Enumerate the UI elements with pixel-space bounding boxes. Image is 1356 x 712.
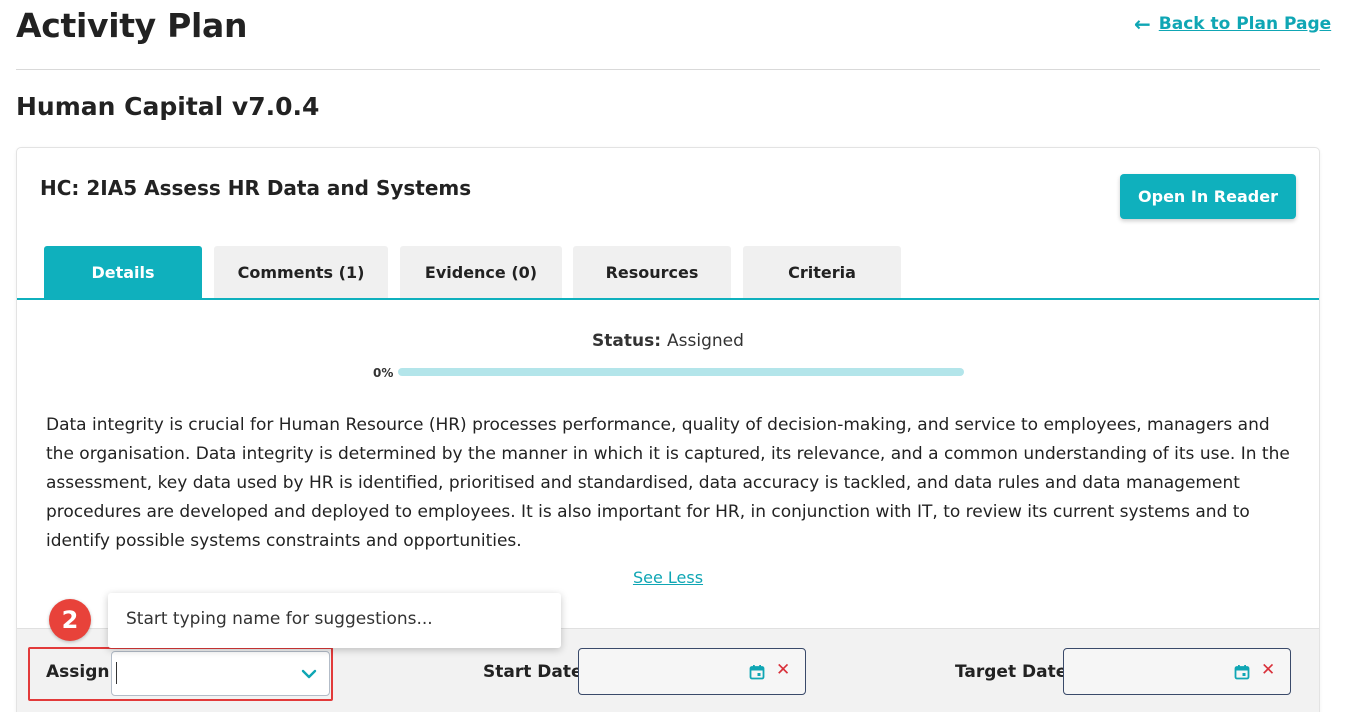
plan-name: Human Capital v7.0.4: [16, 92, 320, 121]
activity-title: HC: 2IA5 Assess HR Data and Systems: [40, 176, 472, 200]
start-date-field[interactable]: ✕: [578, 648, 806, 695]
step-number-badge: 2: [49, 599, 91, 641]
target-date-label: Target Date: [955, 662, 1068, 682]
tab-bar: Details Comments (1) Evidence (0) Resour…: [17, 246, 1319, 300]
calendar-icon[interactable]: [1234, 664, 1250, 680]
arrow-left-icon: ←: [1134, 12, 1151, 36]
clear-start-date-icon[interactable]: ✕: [776, 662, 790, 679]
activity-description: Data integrity is crucial for Human Reso…: [46, 415, 1290, 551]
assign-label: Assign: [46, 662, 110, 682]
clear-target-date-icon[interactable]: ✕: [1261, 662, 1275, 679]
calendar-icon[interactable]: [749, 664, 765, 680]
tab-details[interactable]: Details: [44, 246, 202, 298]
progress-percent: 0%: [373, 366, 394, 380]
see-less-link[interactable]: See Less: [633, 568, 703, 587]
assign-dropdown[interactable]: [111, 651, 330, 696]
open-in-reader-button[interactable]: Open In Reader: [1120, 174, 1296, 219]
status-value: Assigned: [667, 331, 744, 351]
back-link-label: Back to Plan Page: [1158, 14, 1332, 34]
tab-evidence[interactable]: Evidence (0): [400, 246, 562, 298]
start-date-label: Start Date: [483, 662, 583, 682]
text-cursor: [116, 662, 117, 684]
page-title: Activity Plan: [16, 6, 248, 45]
tab-criteria[interactable]: Criteria: [743, 246, 901, 298]
tab-resources[interactable]: Resources: [573, 246, 731, 298]
suggestion-hint: Start typing name for suggestions...: [126, 609, 433, 629]
assign-suggestions-popup: Start typing name for suggestions...: [108, 593, 561, 648]
status-line: Status: Assigned: [17, 331, 1319, 351]
status-label: Status:: [592, 331, 662, 351]
back-to-plan-link[interactable]: ← Back to Plan Page: [1134, 14, 1331, 34]
see-less-row: See Less: [17, 568, 1319, 587]
progress-bar: [398, 368, 964, 376]
target-date-field[interactable]: ✕: [1063, 648, 1291, 695]
tab-comments[interactable]: Comments (1): [214, 246, 388, 298]
chevron-down-icon[interactable]: [299, 664, 319, 684]
header-divider: [16, 69, 1320, 70]
